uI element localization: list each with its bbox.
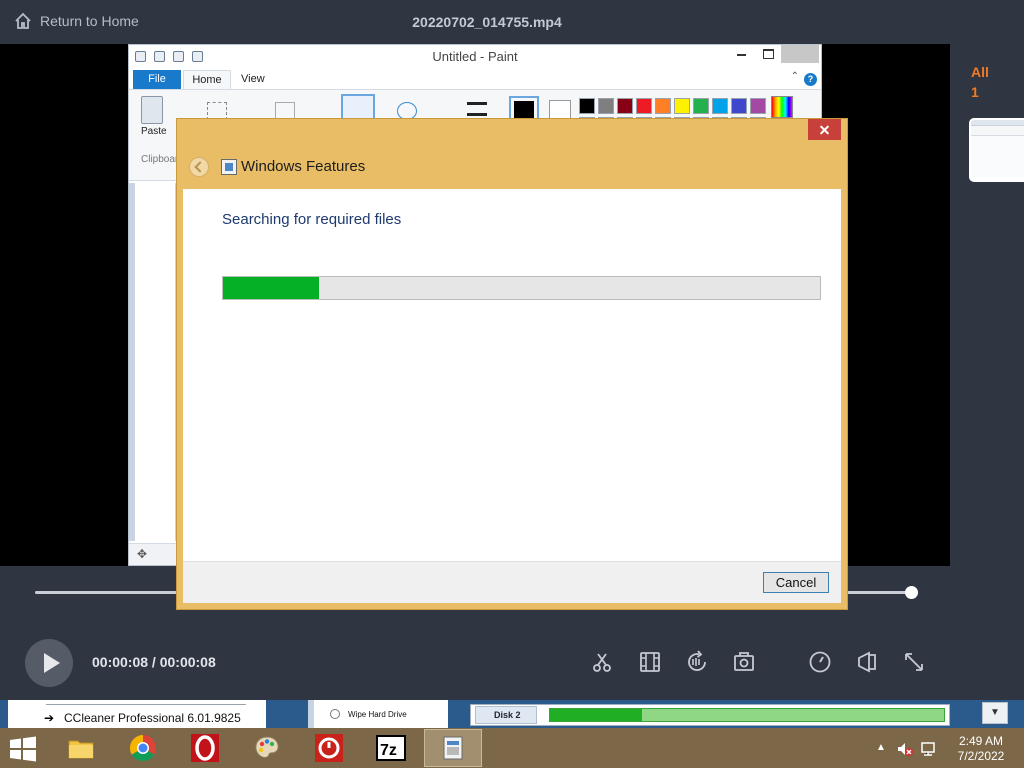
- size-icon: [467, 102, 487, 116]
- taskbar-chrome[interactable]: [114, 729, 172, 767]
- status-message: Searching for required files: [222, 211, 402, 228]
- palette-swatch: [750, 98, 766, 114]
- taskbar-clock[interactable]: 2:49 AM 7/2/2022: [946, 734, 1016, 764]
- clip-side-panel: All 1: [950, 44, 1024, 566]
- ccleaner-window: ➔ CCleaner Professional 6.01.9825: [8, 700, 266, 728]
- paste-label: Paste: [141, 126, 167, 137]
- opera-icon: [191, 734, 219, 762]
- palette-swatch: [579, 98, 595, 114]
- background-windows: ➔ CCleaner Professional 6.01.9825 Wipe H…: [0, 700, 1024, 728]
- trim-icon[interactable]: [590, 650, 614, 674]
- help-icon: ?: [804, 73, 817, 86]
- ccleaner-menu: Wipe Hard Drive: [308, 700, 448, 728]
- show-hidden-icons[interactable]: ▲: [876, 742, 886, 753]
- paint-canvas: [135, 183, 175, 541]
- taskbar-paint[interactable]: [238, 729, 296, 767]
- frames-icon[interactable]: [638, 650, 662, 674]
- ccleaner-icon: [315, 734, 343, 762]
- paste-icon: [141, 96, 163, 124]
- windows-features-dialog: Windows Features Searching for required …: [176, 118, 848, 610]
- clip-thumbnail[interactable]: [969, 118, 1024, 182]
- paint-window-title: Untitled - Paint: [432, 49, 518, 64]
- ccleaner-app-item: CCleaner Professional 6.01.9825: [64, 711, 241, 725]
- edit-colors-icon: [771, 96, 793, 118]
- taskbar-opera[interactable]: [176, 729, 234, 767]
- arrow-icon: ➔: [44, 711, 55, 725]
- paint-close-icon: [781, 45, 819, 63]
- ribbon-collapse-icon: ⌃: [790, 71, 799, 82]
- dropdown-arrow-icon: ▼: [982, 702, 1008, 724]
- player-top-bar: Return to Home 20220702_014755.mp4: [0, 0, 1024, 44]
- disk-partition-bar: [549, 708, 945, 722]
- rotate-icon[interactable]: [685, 650, 709, 674]
- taskbar-7zip[interactable]: 7z: [362, 729, 420, 767]
- start-button[interactable]: [8, 736, 38, 762]
- dialog-footer: Cancel: [183, 561, 841, 603]
- back-arrow-icon[interactable]: [189, 157, 209, 177]
- network-icon[interactable]: [920, 740, 938, 758]
- fullscreen-icon[interactable]: [902, 650, 926, 674]
- paint-palette-icon: [255, 736, 279, 758]
- video-file-name: 20220702_014755.mp4: [412, 14, 562, 30]
- brushes-icon: [341, 94, 375, 120]
- paint-tab-home: Home: [183, 70, 231, 89]
- disk-management-row: Disk 2: [470, 704, 950, 726]
- taskbar-windows-features[interactable]: [424, 729, 482, 767]
- paint-ribbon-tabs: File Home View ⌃ ?: [129, 69, 821, 89]
- chrome-icon: [129, 734, 156, 762]
- wipe-drive-item: Wipe Hard Drive: [348, 710, 407, 719]
- paint-tab-view: View: [241, 73, 265, 85]
- screen: Return to Home 20220702_014755.mp4 Untit…: [0, 0, 1024, 768]
- playback-time: 00:00:08 / 00:00:08: [92, 654, 216, 670]
- play-button[interactable]: [25, 639, 73, 687]
- dialog-header: Windows Features: [177, 147, 847, 187]
- 7zip-icon: 7z: [376, 735, 406, 761]
- dialog-title: Windows Features: [241, 158, 366, 175]
- volume-muted-icon[interactable]: [896, 740, 914, 758]
- palette-swatch: [731, 98, 747, 114]
- cancel-button[interactable]: Cancel: [763, 572, 829, 593]
- side-count-label: 1: [971, 84, 979, 100]
- disk-label: Disk 2: [475, 706, 537, 724]
- folder-icon: [68, 740, 94, 759]
- palette-swatch: [598, 98, 614, 114]
- side-panel-filter[interactable]: All 1: [971, 62, 989, 102]
- wipe-drive-icon: [330, 709, 340, 719]
- clock-date: 7/2/2022: [957, 749, 1005, 763]
- progress-bar-fill: [223, 277, 319, 299]
- speed-icon[interactable]: [808, 650, 832, 674]
- side-all-label: All: [971, 64, 989, 80]
- palette-swatch: [655, 98, 671, 114]
- seek-handle[interactable]: [905, 586, 918, 599]
- dialog-body: Searching for required files: [183, 189, 841, 561]
- taskbar-ccleaner[interactable]: [300, 729, 358, 767]
- windows-features-icon: [221, 159, 237, 175]
- svg-text:7z: 7z: [380, 742, 397, 759]
- windows-logo-icon: [10, 736, 36, 762]
- palette-swatch: [712, 98, 728, 114]
- paint-maximize-icon: [755, 45, 781, 63]
- palette-swatch: [636, 98, 652, 114]
- snapshot-icon[interactable]: [732, 650, 756, 674]
- volume-icon[interactable]: [855, 650, 879, 674]
- palette-swatch: [693, 98, 709, 114]
- taskbar-file-explorer[interactable]: [52, 729, 110, 767]
- clock-time: 2:49 AM: [958, 734, 1004, 748]
- progress-bar: [222, 276, 821, 300]
- windows-features-icon: [443, 736, 463, 760]
- paint-minimize-icon: [729, 45, 755, 63]
- paint-tab-file: File: [133, 70, 181, 89]
- paint-title-bar: Untitled - Paint: [129, 45, 821, 69]
- taskbar: 7z ▲ 2:49 AM 7/2/2022: [0, 728, 1024, 768]
- palette-swatch: [617, 98, 633, 114]
- dialog-close-button[interactable]: [808, 119, 841, 140]
- palette-swatch: [674, 98, 690, 114]
